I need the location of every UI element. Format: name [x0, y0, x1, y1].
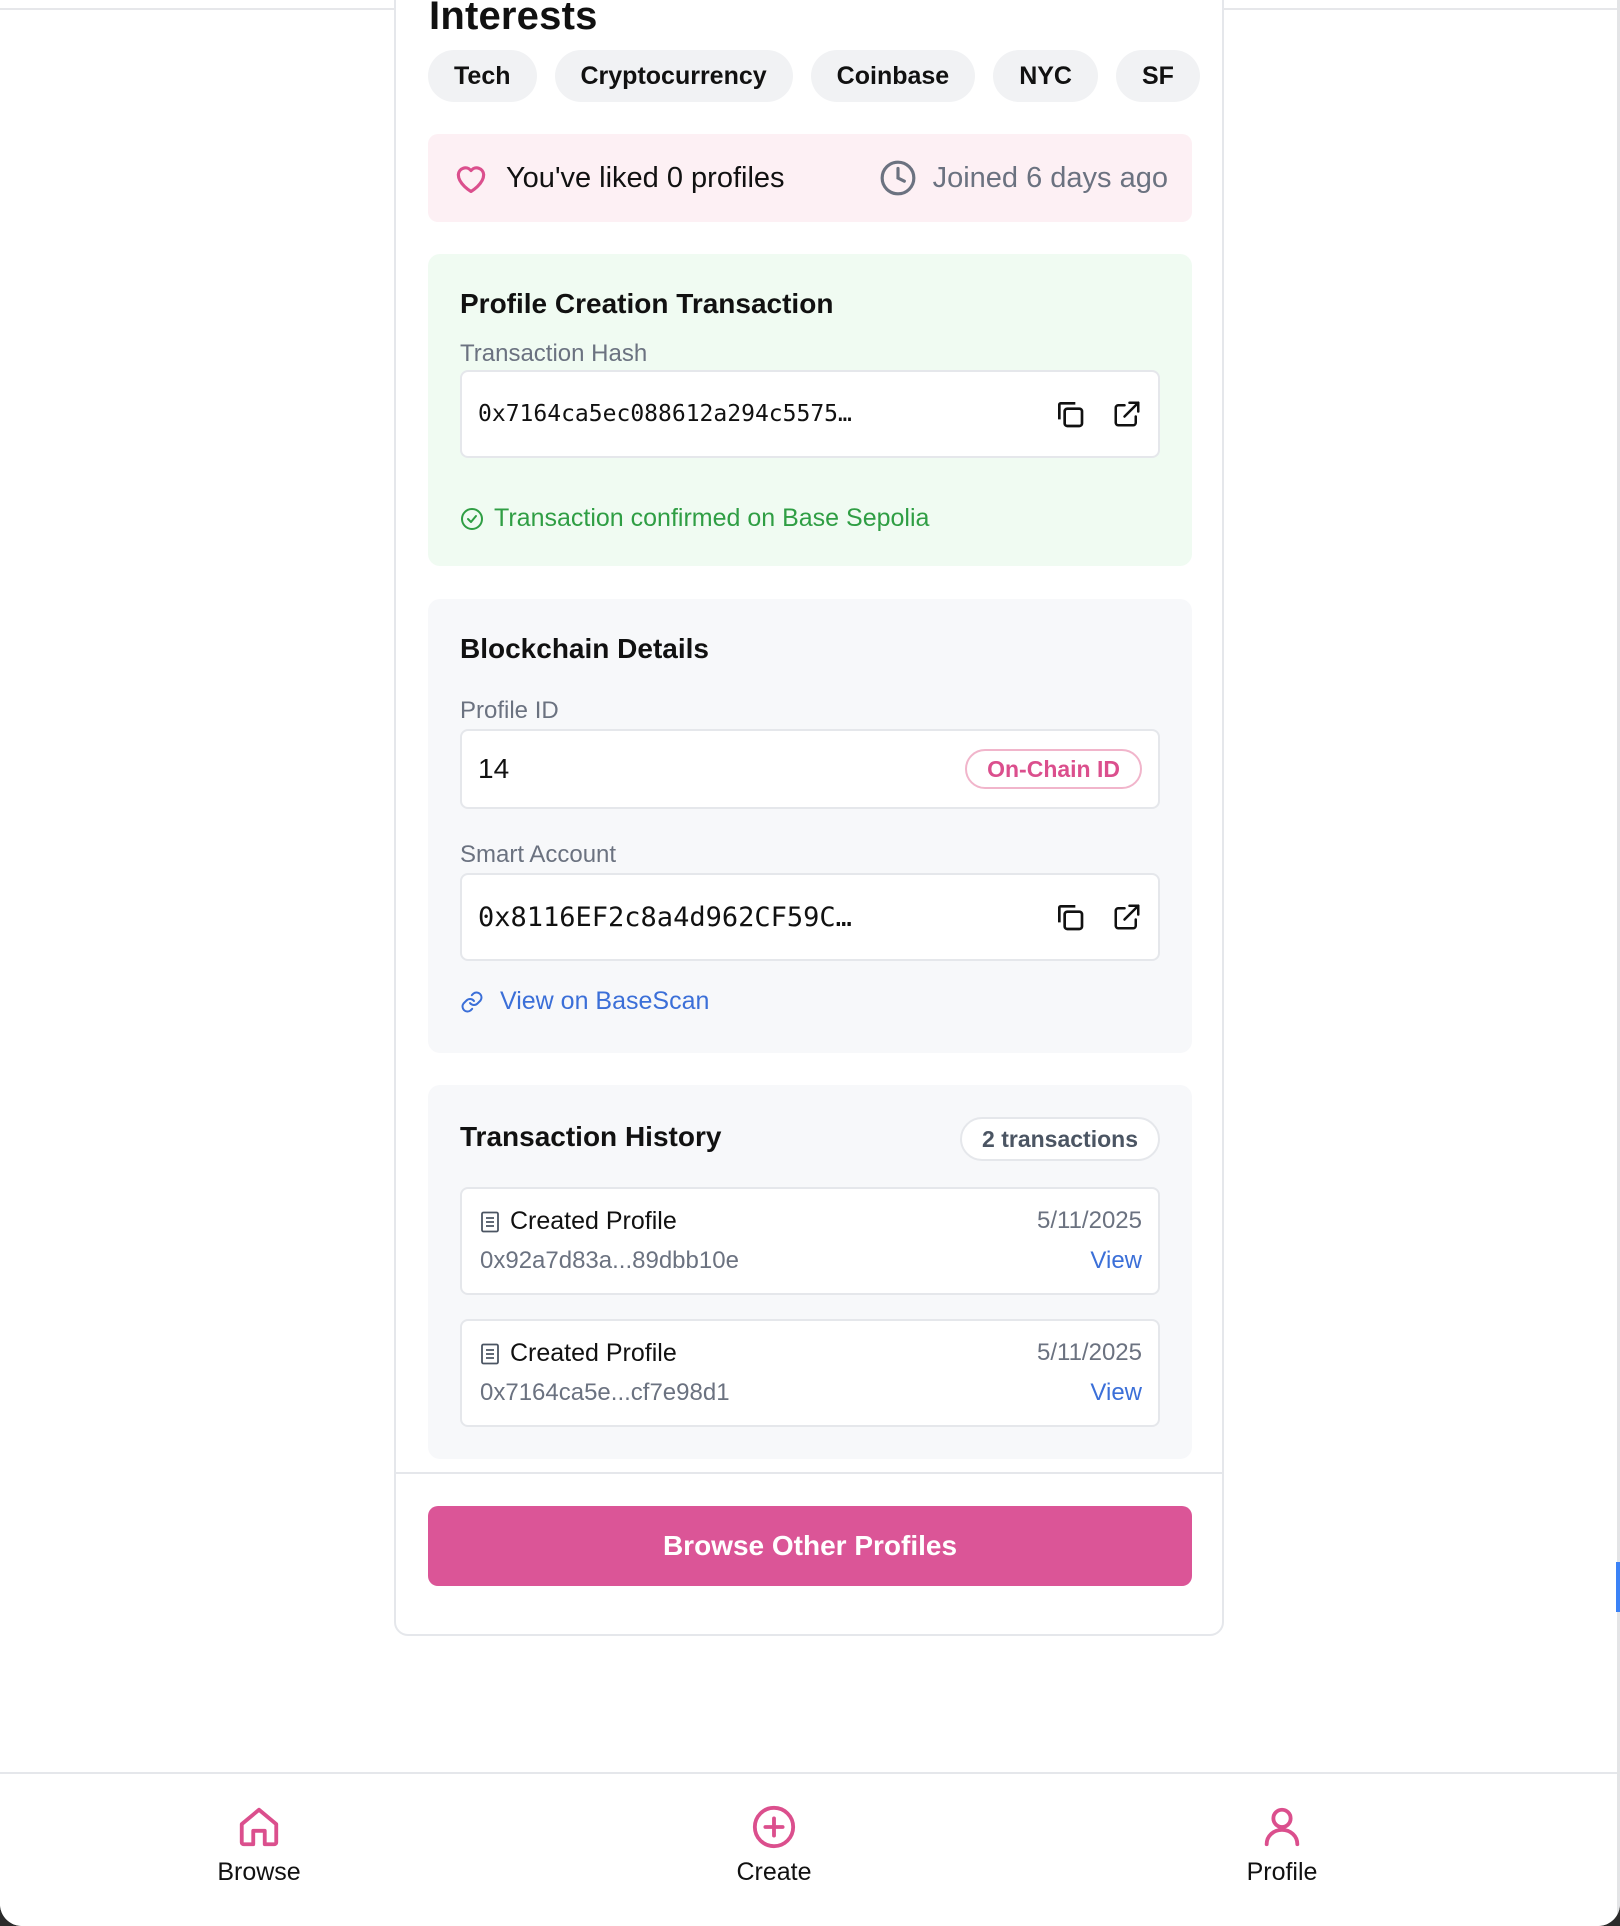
joined-text: Joined 6 days ago [932, 161, 1168, 194]
nav-item-browse[interactable]: Browse [159, 1804, 359, 1887]
view-transaction-link[interactable]: View [1090, 1379, 1142, 1407]
interest-tag: NYC [993, 50, 1098, 102]
creation-transaction-section: Profile Creation Transaction Transaction… [428, 254, 1192, 566]
profile-id-value: 14 [478, 753, 510, 784]
transaction-history-section: Transaction History 2 transactions Creat… [428, 1085, 1192, 1459]
transaction-title: Created Profile [510, 1207, 677, 1235]
nav-item-create[interactable]: Create [674, 1804, 874, 1887]
transaction-title: Created Profile [510, 1339, 677, 1367]
copy-icon[interactable] [1054, 901, 1086, 933]
interest-tags: Tech Cryptocurrency Coinbase NYC SF [428, 50, 1200, 102]
basescan-link-text[interactable]: View on BaseScan [500, 987, 709, 1016]
smart-account-field: 0x8116EF2c8a4d962CF59C… [460, 873, 1160, 961]
transaction-item: Created Profile 0x7164ca5e...cf7e98d1 5/… [460, 1319, 1160, 1427]
smart-account-label: Smart Account [460, 841, 617, 868]
activity-summary: You've liked 0 profiles Joined 6 days ag… [428, 134, 1192, 222]
nav-item-profile[interactable]: Profile [1182, 1804, 1382, 1887]
view-transaction-link[interactable]: View [1090, 1247, 1142, 1275]
transaction-confirmation: Transaction confirmed on Base Sepolia [460, 504, 929, 533]
transaction-count-badge: 2 transactions [960, 1117, 1160, 1161]
section-title: Transaction History [460, 1121, 722, 1152]
transaction-hash-value: 0x7164ca5ec088612a294c5575… [478, 401, 852, 427]
profile-id-label: Profile ID [460, 697, 559, 724]
profile-card: Interests Tech Cryptocurrency Coinbase N… [394, 0, 1224, 1636]
interest-tag: Tech [428, 50, 537, 102]
check-circle-icon [461, 507, 483, 530]
section-title: Profile Creation Transaction [460, 288, 834, 319]
document-icon [481, 1211, 499, 1232]
app-viewport: Interests Tech Cryptocurrency Coinbase N… [0, 0, 1620, 1926]
liked-count-text: You've liked 0 profiles [506, 161, 785, 194]
transaction-date: 5/11/2025 [1037, 1207, 1142, 1234]
nav-label: Browse [217, 1858, 301, 1886]
transaction-hash: 0x7164ca5e...cf7e98d1 [480, 1379, 730, 1406]
transaction-date: 5/11/2025 [1037, 1339, 1142, 1366]
nav-label: Create [736, 1858, 812, 1886]
smart-account-value: 0x8116EF2c8a4d962CF59C… [478, 901, 852, 933]
external-link-icon[interactable] [1112, 399, 1142, 429]
plus-circle-icon [752, 1805, 796, 1849]
browse-other-profiles-button[interactable]: Browse Other Profiles [428, 1506, 1192, 1586]
transaction-hash-field: 0x7164ca5ec088612a294c5575… [460, 370, 1160, 458]
bottom-navigation: Browse Create Profile [0, 1772, 1617, 1926]
view-on-basescan-link[interactable]: View on BaseScan [460, 987, 709, 1016]
confirmation-text: Transaction confirmed on Base Sepolia [494, 504, 930, 532]
profile-id-field: 14 On-Chain ID [460, 729, 1160, 809]
interests-heading: Interests [429, 0, 598, 38]
section-title: Blockchain Details [460, 633, 709, 664]
on-chain-id-badge: On-Chain ID [965, 749, 1142, 789]
interest-tag: Coinbase [810, 50, 976, 102]
home-icon [239, 1807, 279, 1847]
link-icon [461, 991, 483, 1012]
transaction-item: Created Profile 0x92a7d83a...89dbb10e 5/… [460, 1187, 1160, 1295]
clock-icon [880, 160, 916, 196]
external-link-icon[interactable] [1112, 902, 1142, 932]
card-divider [396, 1472, 1222, 1474]
user-icon [1264, 1807, 1300, 1847]
transaction-hash: 0x92a7d83a...89dbb10e [480, 1247, 739, 1274]
copy-icon[interactable] [1054, 398, 1086, 430]
nav-label: Profile [1246, 1858, 1318, 1886]
interest-tag: SF [1116, 50, 1200, 102]
transaction-hash-label: Transaction Hash [460, 340, 648, 367]
blockchain-details-section: Blockchain Details Profile ID 14 On-Chai… [428, 599, 1192, 1053]
scrollbar-thumb[interactable] [1616, 1562, 1620, 1612]
heart-icon [456, 166, 486, 194]
document-icon [481, 1343, 499, 1364]
interest-tag: Cryptocurrency [554, 50, 793, 102]
